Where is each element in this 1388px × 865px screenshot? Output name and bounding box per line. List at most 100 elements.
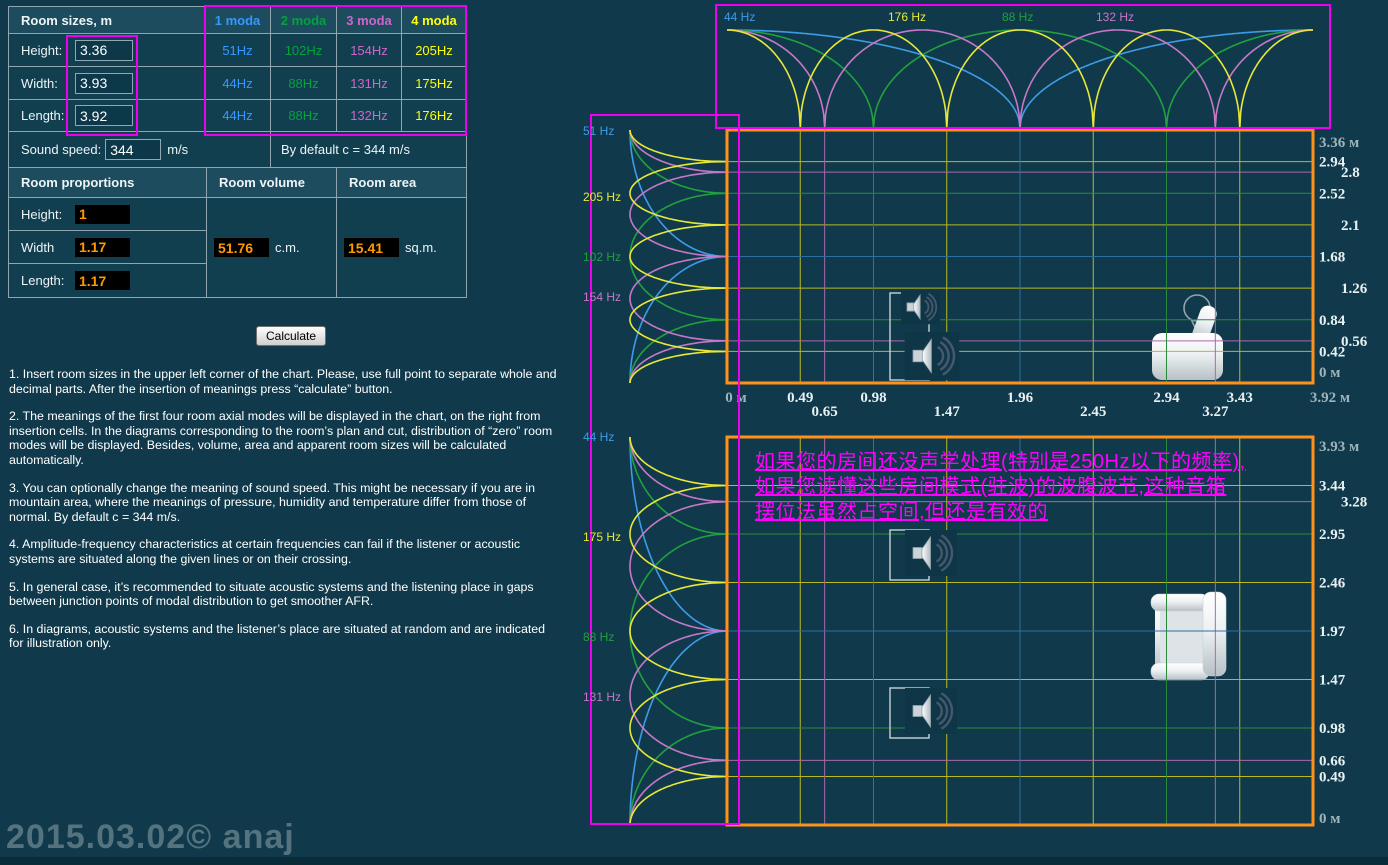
width-mode-freq-label: 131 Hz: [583, 690, 621, 704]
width-input[interactable]: [75, 73, 133, 94]
room-area-value[interactable]: [344, 238, 399, 257]
x-axis-label: 1.47: [934, 404, 961, 420]
chinese-note-line: 如果您的房间还没声学处理(特别是250Hz以下的频率),: [755, 450, 1246, 473]
height-mode-freq-label: 154 Hz: [583, 290, 621, 304]
plan-width-label: 0.66: [1319, 753, 1346, 769]
cut-height-label: 3.36 м: [1319, 135, 1359, 151]
mode-curve-length: [727, 30, 1313, 128]
mode-curve-length: [727, 30, 1313, 128]
room-summary-table: Room proportions Room volume Room area H…: [8, 167, 467, 298]
plan-width-label: 2.95: [1319, 527, 1345, 543]
cut-height-label: 0 м: [1319, 365, 1340, 381]
plan-width-label: 3.28: [1341, 495, 1367, 511]
length-mode-3: 132Hz: [337, 100, 402, 132]
prop-length-value[interactable]: [75, 271, 130, 290]
bottom-strip: [0, 857, 1388, 865]
x-axis-label: 0.49: [787, 390, 813, 406]
sound-speed-input[interactable]: [105, 139, 161, 160]
height-mode-freq-label: 51 Hz: [583, 124, 614, 138]
instruction-5: 5. In general case, it’s recommended to …: [9, 580, 558, 609]
area-unit: sq.m.: [405, 240, 437, 255]
length-mode-1: 44Hz: [205, 100, 271, 132]
length-mode-freq-label: 44 Hz: [724, 10, 755, 24]
length-input[interactable]: [75, 105, 133, 126]
x-axis-label: 2.94: [1153, 390, 1180, 406]
sound-speed-unit: m/s: [167, 142, 188, 157]
plan-width-label: 3.44: [1319, 479, 1346, 495]
length-mode-2: 88Hz: [271, 100, 337, 132]
x-axis-label: 3.27: [1202, 404, 1229, 420]
plan-width-label: 1.97: [1319, 624, 1346, 640]
armchair-backrest: [1203, 592, 1226, 676]
moda-header-4: 4 moda: [402, 7, 467, 34]
cut-height-label: 1.68: [1319, 250, 1345, 266]
height-mode-1: 51Hz: [205, 34, 271, 67]
cut-height-label: 0.42: [1319, 344, 1345, 360]
x-axis-label: 0.65: [812, 404, 838, 420]
instruction-6: 6. In diagrams, acoustic systems and the…: [9, 622, 558, 651]
volume-unit: c.m.: [275, 240, 300, 255]
armchair-armrest-top: [1151, 594, 1209, 611]
cut-height-label: 2.1: [1341, 218, 1360, 234]
width-label: Width:: [9, 76, 75, 91]
plan-width-label: 3.93 м: [1319, 439, 1359, 455]
x-axis-label: 3.43: [1227, 390, 1253, 406]
cut-height-label: 2.52: [1319, 186, 1345, 202]
area-title: Room area: [337, 168, 467, 198]
speaker-driver-icon: [913, 350, 922, 362]
speaker-driver-icon: [913, 706, 922, 717]
width-mode-2: 88Hz: [271, 67, 337, 100]
height-mode-3: 154Hz: [337, 34, 402, 67]
mode-curve-width: [630, 437, 727, 825]
mode-curve-length: [727, 30, 1313, 128]
height-mode-freq-label: 205 Hz: [583, 190, 621, 204]
height-label: Height:: [9, 43, 75, 58]
height-mode-2: 102Hz: [271, 34, 337, 67]
instruction-1: 1. Insert room sizes in the upper left c…: [9, 367, 558, 396]
chinese-note-line: 如果您读懂这些房间模式(驻波)的波腹波节,这种音箱: [755, 475, 1226, 498]
height-mode-freq-label: 102 Hz: [583, 250, 621, 264]
chinese-note-line: 摆位法虽然占空间,但还是有效的: [755, 500, 1048, 523]
width-mode-1: 44Hz: [205, 67, 271, 100]
sound-speed-label: Sound speed:: [9, 142, 101, 157]
width-mode-4: 175Hz: [402, 67, 467, 100]
length-label: Length:: [9, 108, 75, 123]
instructions: 1. Insert room sizes in the upper left c…: [9, 367, 558, 664]
x-axis-label: 0 м: [725, 390, 746, 406]
x-axis-label: 3.92 м: [1310, 390, 1350, 406]
prop-width-label: Width: [9, 240, 75, 255]
instruction-4: 4. Amplitude-frequency characteristics a…: [9, 537, 558, 566]
plan-width-label: 2.46: [1319, 576, 1346, 592]
mode-curve-length: [727, 30, 1313, 128]
calculate-button[interactable]: Calculate: [256, 326, 326, 346]
width-mode-freq-label: 44 Hz: [583, 430, 614, 444]
x-axis-label: 2.45: [1080, 404, 1106, 420]
height-width-modes-panel: [591, 115, 739, 824]
height-input[interactable]: [75, 40, 133, 61]
x-axis-label: 0.98: [860, 390, 886, 406]
prop-height-value[interactable]: [75, 205, 130, 224]
plan-width-label: 0.98: [1319, 721, 1345, 737]
width-mode-freq-label: 175 Hz: [583, 530, 621, 544]
length-mode-4: 176Hz: [402, 100, 467, 132]
plan-width-label: 0 м: [1319, 811, 1340, 827]
couch-side-icon: [1152, 333, 1223, 380]
speaker-driver-icon: [913, 548, 922, 559]
instruction-2: 2. The meanings of the first four room a…: [9, 409, 558, 467]
room-sizes-table: Room sizes, m 1 moda 2 moda 3 moda 4 mod…: [8, 6, 467, 168]
x-axis-label: 1.96: [1007, 390, 1034, 406]
cut-height-label: 1.26: [1341, 281, 1368, 297]
mode-curve-height: [630, 130, 727, 383]
length-mode-freq-label: 132 Hz: [1096, 10, 1134, 24]
length-mode-freq-label: 88 Hz: [1002, 10, 1033, 24]
proportions-title: Room proportions: [9, 168, 207, 198]
moda-header-3: 3 moda: [337, 7, 402, 34]
instruction-3: 3. You can optionally change the meaning…: [9, 481, 558, 525]
cut-height-label: 2.8: [1341, 165, 1360, 181]
prop-width-value[interactable]: [75, 238, 130, 257]
width-mode-3: 131Hz: [337, 67, 402, 100]
room-volume-value[interactable]: [214, 238, 269, 257]
moda-header-1: 1 moda: [205, 7, 271, 34]
armchair-armrest-bottom: [1151, 663, 1209, 680]
room-mode-calculator: { "room_sizes": { "title": "Room sizes, …: [0, 0, 1388, 865]
